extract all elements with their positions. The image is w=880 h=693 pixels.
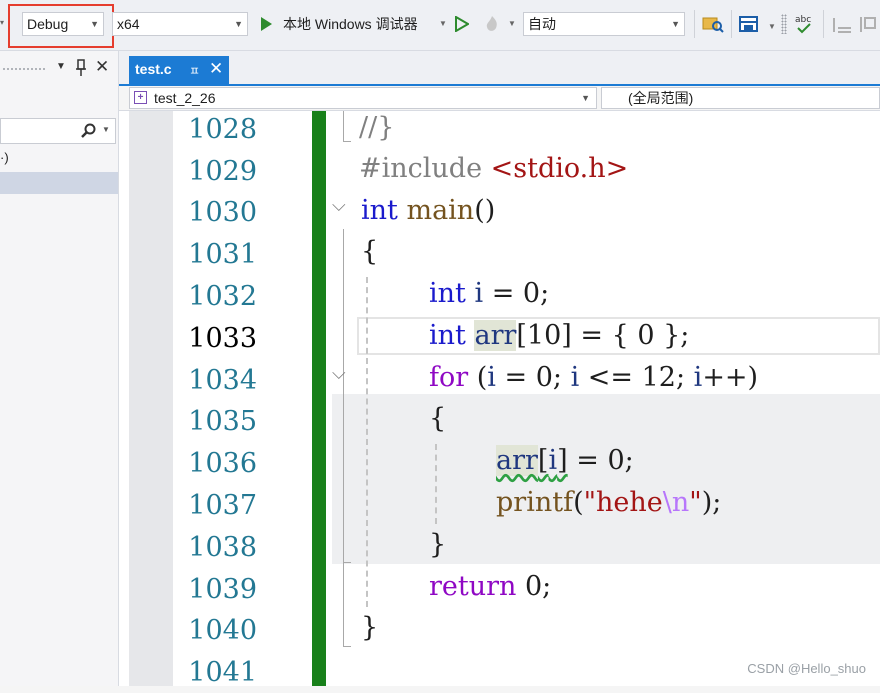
chevron-down-icon[interactable]: ▼ bbox=[768, 22, 776, 31]
panel-menu-icon[interactable]: ▼ bbox=[56, 61, 66, 72]
line-number: 1031 bbox=[188, 239, 257, 270]
toolbar: ▾ Debug ▼ x64 ▼ 本地 Windows 调试器 ▼ ▼ 自动 ▼ … bbox=[0, 0, 880, 51]
collapse-main-icon[interactable]: ⌵ bbox=[332, 195, 346, 216]
start-debug-icon[interactable] bbox=[261, 17, 272, 31]
solution-explorer-panel: ▼ ✕ ▼ ·) bbox=[0, 51, 119, 686]
code-line: for (i = 0; i <= 12; i++) bbox=[429, 362, 759, 393]
highlight-box bbox=[8, 4, 114, 48]
indent-icon[interactable] bbox=[831, 14, 853, 34]
close-tab-icon[interactable]: ✕ bbox=[209, 59, 223, 79]
line-number: 1028 bbox=[188, 114, 257, 145]
mode-value: 自动 bbox=[528, 16, 556, 32]
chevron-down-icon[interactable]: ▼ bbox=[508, 19, 516, 28]
chevron-down-icon: ▼ bbox=[234, 19, 243, 29]
scope-value: (全局范围) bbox=[628, 90, 694, 106]
line-number: 1037 bbox=[188, 490, 257, 521]
indent-guide bbox=[366, 277, 368, 607]
outline-bracket-for bbox=[343, 396, 344, 562]
search-input[interactable]: ▼ bbox=[0, 118, 116, 144]
pin-tab-icon[interactable]: ㅍ bbox=[189, 62, 200, 79]
line-number: 1038 bbox=[188, 532, 257, 563]
outline-bracket-end bbox=[343, 141, 351, 142]
document-tab-strip: test.c ㅍ ✕ bbox=[119, 51, 880, 86]
code-line: arr[i] = 0; bbox=[496, 445, 634, 476]
mode-dropdown[interactable]: 自动 ▼ bbox=[523, 12, 685, 36]
code-line: int i = 0; bbox=[429, 278, 550, 309]
code-line: int main() bbox=[361, 195, 496, 226]
code-line: #include <stdio.h> bbox=[359, 153, 629, 184]
overflow-arrow-icon[interactable]: ▾ bbox=[0, 18, 4, 27]
list-item[interactable]: ·) bbox=[0, 150, 9, 165]
panel-grip-icon[interactable] bbox=[2, 67, 46, 71]
code-line: //} bbox=[359, 112, 395, 143]
project-dropdown[interactable]: + test_2_26 ▼ bbox=[129, 87, 597, 109]
find-in-files-icon[interactable] bbox=[702, 14, 724, 34]
outline-bracket bbox=[343, 111, 344, 141]
line-number: 1040 bbox=[188, 615, 257, 646]
outline-bracket-end bbox=[343, 562, 351, 563]
line-number: 1029 bbox=[188, 156, 257, 187]
search-icon[interactable] bbox=[81, 123, 97, 139]
chevron-down-icon[interactable]: ▼ bbox=[102, 125, 110, 134]
outline-bracket-end bbox=[343, 646, 351, 647]
change-tracking-bar bbox=[312, 111, 326, 686]
code-line: { bbox=[361, 236, 379, 267]
outdent-icon[interactable] bbox=[857, 14, 879, 34]
indent-guide bbox=[435, 444, 437, 524]
line-number: 1035 bbox=[188, 406, 257, 437]
selected-list-item[interactable] bbox=[0, 172, 118, 194]
line-number: 1041 bbox=[188, 657, 257, 688]
code-line: return 0; bbox=[429, 571, 552, 602]
line-number: 1030 bbox=[188, 197, 257, 228]
code-line: } bbox=[429, 529, 447, 560]
hot-reload-icon[interactable] bbox=[482, 14, 502, 34]
watermark: CSDN @Hello_shuo bbox=[747, 661, 866, 676]
line-number-current: 1033 bbox=[188, 323, 257, 354]
toolbar-separator bbox=[694, 10, 695, 38]
start-without-debug-icon[interactable] bbox=[455, 16, 469, 32]
project-name: test_2_26 bbox=[154, 90, 216, 106]
platform-dropdown[interactable]: x64 ▼ bbox=[112, 12, 248, 36]
chevron-down-icon: ▼ bbox=[671, 19, 680, 29]
toolbar-separator bbox=[731, 10, 732, 38]
code-line: } bbox=[361, 612, 379, 643]
line-number: 1034 bbox=[188, 365, 257, 396]
toolbar-grip-icon[interactable] bbox=[781, 14, 787, 34]
line-number: 1036 bbox=[188, 448, 257, 479]
pin-icon[interactable] bbox=[74, 59, 88, 77]
window-layout-icon[interactable] bbox=[738, 14, 760, 34]
close-icon[interactable]: ✕ bbox=[95, 57, 109, 77]
chevron-down-icon[interactable]: ▼ bbox=[439, 19, 447, 28]
tab-test-c[interactable]: test.c ㅍ ✕ bbox=[129, 56, 229, 84]
svg-text:abc: abc bbox=[795, 15, 811, 25]
toolbar-separator bbox=[823, 10, 824, 38]
run-target-button[interactable]: 本地 Windows 调试器 bbox=[283, 14, 418, 34]
tab-label: test.c bbox=[135, 61, 172, 77]
collapse-for-icon[interactable]: ⌵ bbox=[332, 363, 346, 384]
line-number: 1039 bbox=[188, 574, 257, 605]
glyph-margin[interactable] bbox=[129, 111, 173, 686]
panel-header: ▼ ✕ bbox=[0, 57, 118, 79]
project-icon: + bbox=[134, 91, 147, 104]
code-line: printf("hehe\n"); bbox=[496, 487, 722, 518]
code-line: { bbox=[429, 403, 447, 434]
line-number: 1032 bbox=[188, 281, 257, 312]
spell-check-icon[interactable]: abc bbox=[793, 12, 815, 36]
code-editor[interactable]: 1028 1029 1030 1031 1032 1033 1034 1035 … bbox=[119, 111, 880, 688]
scope-dropdown[interactable]: (全局范围) bbox=[601, 87, 880, 109]
code-line: int arr[10] = { 0 }; bbox=[429, 320, 690, 351]
platform-value: x64 bbox=[117, 16, 140, 32]
navigation-bar: + test_2_26 ▼ (全局范围) bbox=[119, 86, 880, 111]
chevron-down-icon: ▼ bbox=[581, 93, 590, 103]
